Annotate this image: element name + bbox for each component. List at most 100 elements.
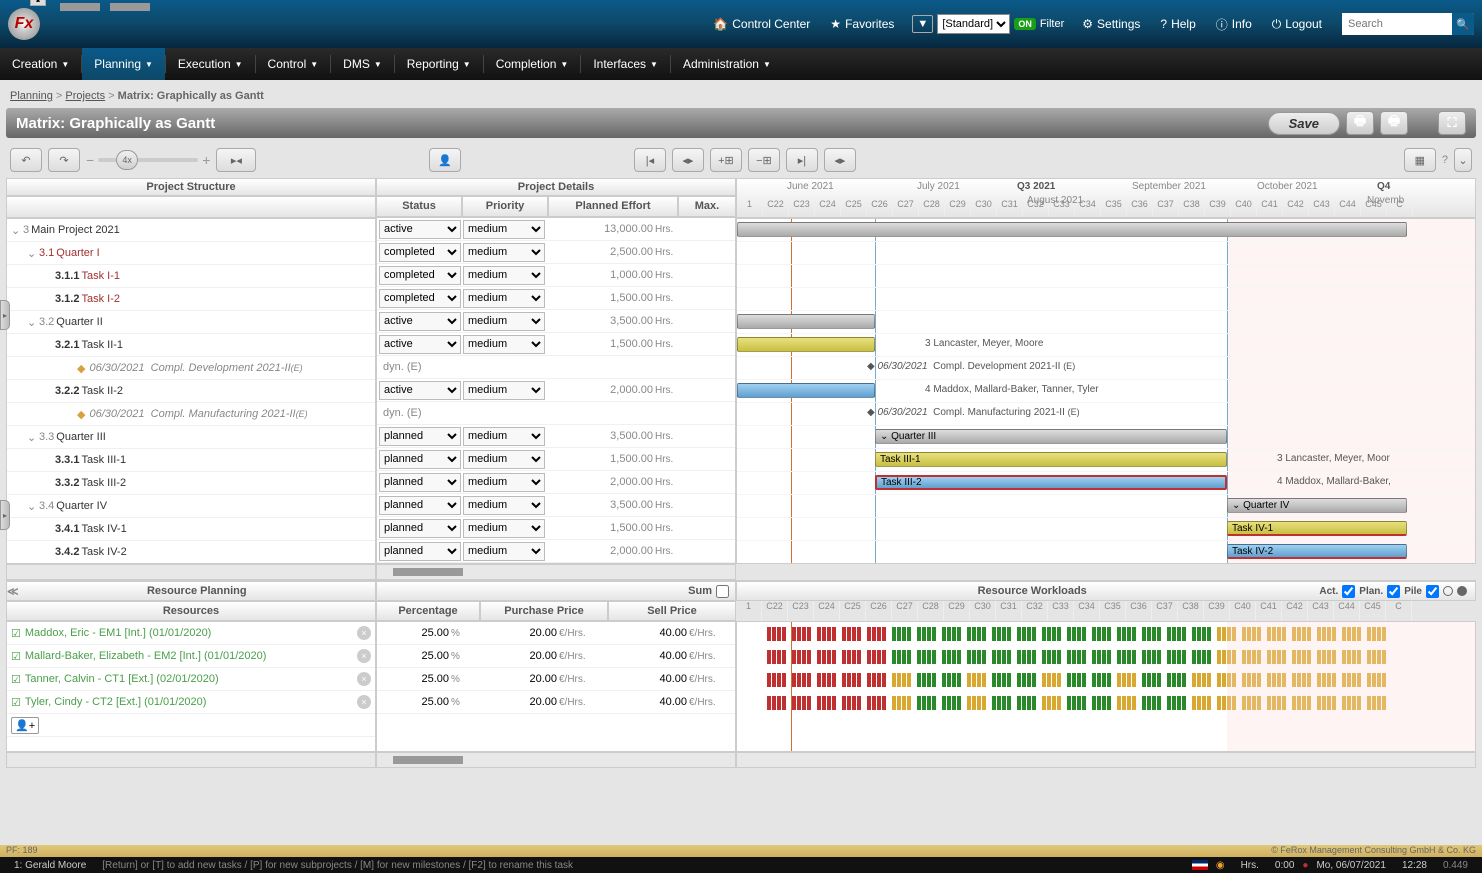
resource-row[interactable]: ☑Mallard-Baker, Elizabeth - EM2 [Int.] (… bbox=[7, 645, 375, 668]
sum-checkbox[interactable] bbox=[716, 585, 729, 598]
fit-button[interactable]: ▸◂ bbox=[216, 148, 256, 172]
check-icon[interactable]: ☑ bbox=[11, 696, 21, 709]
priority-select[interactable]: medium bbox=[463, 519, 545, 538]
expand-up-button[interactable]: ▴ bbox=[30, 0, 46, 6]
nav-planning[interactable]: Planning▼ bbox=[82, 48, 165, 80]
print-alt-button[interactable]: 🖶 bbox=[1380, 111, 1408, 135]
status-select[interactable]: completed bbox=[379, 243, 461, 262]
zoom-in-icon[interactable]: + bbox=[202, 152, 210, 168]
resource-row[interactable]: ☑Maddox, Eric - EM1 [Int.] (01/01/2020)× bbox=[7, 622, 375, 645]
breadcrumb-projects[interactable]: Projects bbox=[65, 90, 105, 102]
status-select[interactable]: planned bbox=[379, 519, 461, 538]
bar-task-ii-2[interactable] bbox=[737, 383, 875, 398]
info-link[interactable]: ⓘInfo bbox=[1216, 16, 1252, 33]
save-button[interactable]: Save bbox=[1268, 112, 1340, 135]
add-col-button[interactable]: +⊞ bbox=[710, 148, 742, 172]
zoom-out-icon[interactable]: − bbox=[86, 152, 94, 168]
nav-control[interactable]: Control▼ bbox=[256, 48, 331, 80]
nav-completion[interactable]: Completion▼ bbox=[484, 48, 581, 80]
remove-resource-button[interactable]: × bbox=[357, 626, 371, 640]
status-select[interactable]: planned bbox=[379, 542, 461, 561]
purchase-col[interactable]: Purchase Price bbox=[480, 601, 608, 621]
left-panel-toggle-2[interactable]: ▸ bbox=[0, 500, 10, 530]
app-logo[interactable]: Fx bbox=[8, 8, 40, 40]
tree-row[interactable]: 3.2.1 Task II-1 bbox=[7, 334, 375, 357]
priority-select[interactable]: medium bbox=[463, 496, 545, 515]
status-select[interactable]: active bbox=[379, 381, 461, 400]
priority-col-header[interactable]: Priority bbox=[462, 196, 548, 217]
search-input[interactable] bbox=[1342, 13, 1452, 35]
view-option-2[interactable] bbox=[1457, 586, 1467, 596]
tree-row[interactable]: ◆06/30/2021 Compl. Manufacturing 2021-II… bbox=[7, 403, 375, 426]
remove-resource-button[interactable]: × bbox=[357, 672, 371, 686]
nav-reporting[interactable]: Reporting▼ bbox=[395, 48, 483, 80]
priority-select[interactable]: medium bbox=[463, 335, 545, 354]
goto-end-button[interactable]: ▸| bbox=[786, 148, 818, 172]
favorites-link[interactable]: ★Favorites bbox=[830, 17, 894, 31]
status-select[interactable]: planned bbox=[379, 473, 461, 492]
sell-col[interactable]: Sell Price bbox=[608, 601, 736, 621]
priority-select[interactable]: medium bbox=[463, 243, 545, 262]
tree-row[interactable]: ⌄ 3 Main Project 2021 bbox=[7, 219, 375, 242]
redo-button[interactable]: ↷ bbox=[48, 148, 80, 172]
check-icon[interactable]: ☑ bbox=[11, 673, 21, 686]
search-button[interactable]: 🔍 bbox=[1452, 13, 1474, 35]
bar-main-project[interactable] bbox=[737, 222, 1407, 237]
status-select[interactable]: planned bbox=[379, 427, 461, 446]
priority-select[interactable]: medium bbox=[463, 450, 545, 469]
status-select[interactable]: completed bbox=[379, 289, 461, 308]
priority-select[interactable]: medium bbox=[463, 381, 545, 400]
tree-row[interactable]: 3.4.2 Task IV-2 bbox=[7, 541, 375, 564]
status-select[interactable]: active bbox=[379, 220, 461, 239]
settings-link[interactable]: ⚙Settings bbox=[1082, 17, 1140, 31]
print-button[interactable]: 🖶 bbox=[1346, 111, 1374, 135]
priority-select[interactable]: medium bbox=[463, 220, 545, 239]
bar-task-iii-2[interactable]: Task III-2 bbox=[875, 475, 1227, 490]
zoom-thumb[interactable]: 4x bbox=[116, 150, 138, 170]
add-resource-button[interactable]: 👤+ bbox=[7, 714, 375, 737]
effort-col-header[interactable]: Planned Effort bbox=[548, 196, 678, 217]
act-checkbox[interactable] bbox=[1342, 585, 1355, 598]
priority-select[interactable]: medium bbox=[463, 427, 545, 446]
user-button[interactable]: 👤 bbox=[429, 148, 461, 172]
priority-select[interactable]: medium bbox=[463, 542, 545, 561]
pct-col[interactable]: Percentage bbox=[376, 601, 480, 621]
gantt-body[interactable]: 3 Lancaster, Meyer, Moore ◆ 06/30/2021 C… bbox=[736, 218, 1476, 564]
priority-select[interactable]: medium bbox=[463, 312, 545, 331]
plan-checkbox[interactable] bbox=[1387, 585, 1400, 598]
priority-select[interactable]: medium bbox=[463, 289, 545, 308]
tree-body[interactable]: ⌄ 3 Main Project 2021⌄ 3.1 Quarter I 3.1… bbox=[6, 218, 376, 564]
remove-resource-button[interactable]: × bbox=[357, 649, 371, 663]
left-panel-toggle[interactable]: ▸ bbox=[0, 300, 10, 330]
tree-row[interactable]: 3.1.1 Task I-1 bbox=[7, 265, 375, 288]
nav-execution[interactable]: Execution▼ bbox=[166, 48, 255, 80]
nav-creation[interactable]: Creation▼ bbox=[0, 48, 81, 80]
goto-start-button[interactable]: |◂ bbox=[634, 148, 666, 172]
priority-select[interactable]: medium bbox=[463, 266, 545, 285]
tree-row[interactable]: ⌄ 3.4 Quarter IV bbox=[7, 495, 375, 518]
bar-task-iv-1[interactable]: Task IV-1 bbox=[1227, 521, 1407, 536]
logout-link[interactable]: ⏻Logout bbox=[1272, 17, 1322, 32]
zoom-slider[interactable]: − 4x + bbox=[86, 152, 210, 168]
remove-resource-button[interactable]: × bbox=[357, 695, 371, 709]
fullscreen-button[interactable]: ⛶ bbox=[1438, 111, 1466, 135]
view-option-1[interactable] bbox=[1443, 586, 1453, 596]
control-center-link[interactable]: 🏠Control Center bbox=[713, 17, 810, 31]
nav-administration[interactable]: Administration▼ bbox=[671, 48, 783, 80]
funnel-icon[interactable]: ▼ bbox=[912, 15, 933, 33]
check-icon[interactable]: ☑ bbox=[11, 650, 21, 663]
filter-on-badge[interactable]: ON bbox=[1014, 18, 1036, 30]
remove-col-button[interactable]: −⊞ bbox=[748, 148, 780, 172]
bar-task-iv-2[interactable]: Task IV-2 bbox=[1227, 544, 1407, 559]
nav-dms[interactable]: DMS▼ bbox=[331, 48, 394, 80]
status-col-header[interactable]: Status bbox=[376, 196, 462, 217]
breadcrumb-planning[interactable]: Planning bbox=[10, 90, 53, 102]
bar-q4[interactable]: ⌄ Quarter IV bbox=[1227, 498, 1407, 513]
bar-q2[interactable] bbox=[737, 314, 875, 329]
check-icon[interactable]: ☑ bbox=[11, 627, 21, 640]
bar-task-iii-1[interactable]: Task III-1 bbox=[875, 452, 1227, 467]
milestone-mfg[interactable]: ◆ 06/30/2021 Compl. Manufacturing 2021-I… bbox=[867, 407, 1080, 418]
tree-row[interactable]: ◆06/30/2021 Compl. Development 2021-II (… bbox=[7, 357, 375, 380]
tree-row[interactable]: 3.1.2 Task I-2 bbox=[7, 288, 375, 311]
resources-col[interactable]: Resources bbox=[6, 601, 376, 621]
